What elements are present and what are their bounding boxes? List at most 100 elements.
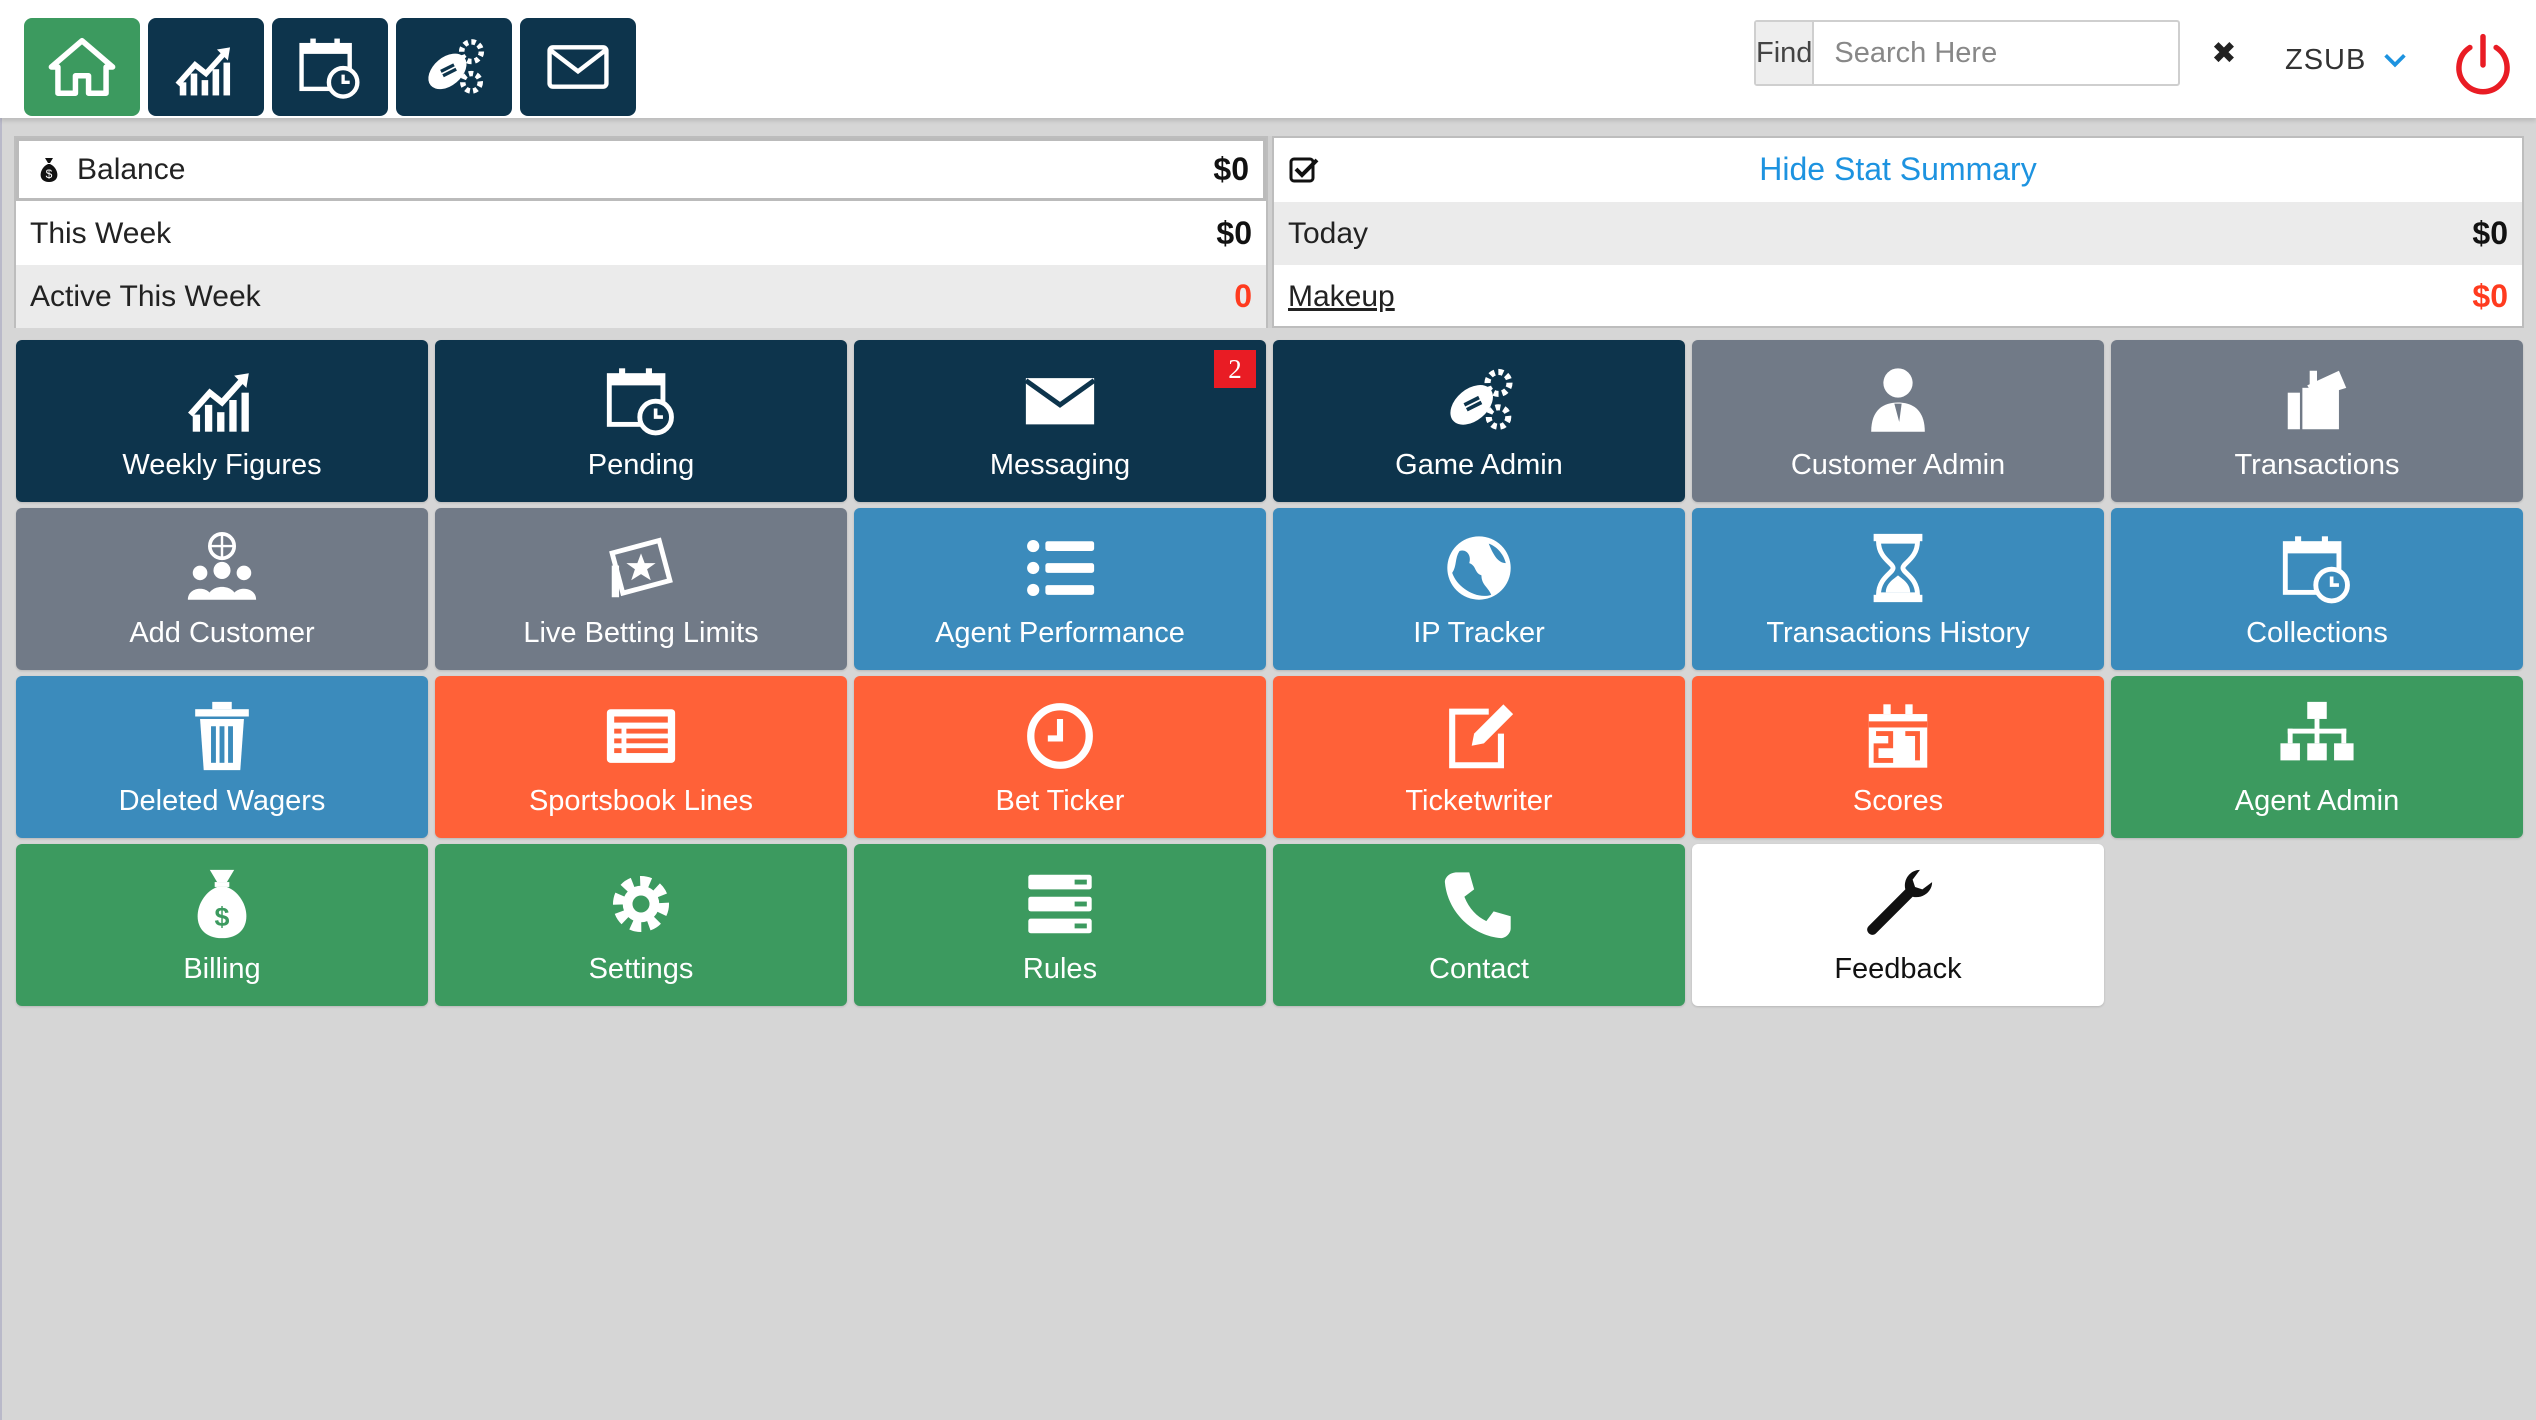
tile-ticketwriter[interactable]: Ticketwriter (1273, 676, 1685, 838)
home-icon (48, 38, 116, 96)
this-week-label: This Week (30, 216, 172, 250)
stat-summary: $ Balance $0 This Week $0 Active This We… (14, 136, 2524, 328)
today-label: Today (1288, 216, 1369, 250)
calendar-clock-icon (299, 38, 360, 99)
trash-icon (195, 701, 249, 770)
globe-icon (1447, 535, 1511, 600)
tile-label: Customer Admin (1790, 448, 2006, 481)
stat-summary-right: Hide Stat Summary Today $0 Makeup $0 (1272, 136, 2524, 328)
tile-contact[interactable]: Contact (1273, 844, 1685, 1006)
hide-stat-summary-link[interactable]: Hide Stat Summary (1274, 151, 2522, 188)
edit-icon (1449, 703, 1514, 768)
tile-label: Live Betting Limits (523, 616, 759, 649)
tile-label: Transactions (2234, 448, 2400, 481)
scoreboard-icon (1868, 703, 1928, 768)
tile-scores[interactable]: Scores (1692, 676, 2104, 838)
tile-messaging[interactable]: 2 Messaging (854, 340, 1266, 502)
tile-label: Pending (587, 448, 695, 481)
active-this-week-value: 0 (1234, 278, 1252, 314)
tile-add-customer[interactable]: Add Customer (16, 508, 428, 670)
tile-bet-ticker[interactable]: Bet Ticker (854, 676, 1266, 838)
tile-agent-admin[interactable]: Agent Admin (2111, 676, 2523, 838)
wrench-icon (1867, 869, 1933, 935)
balance-label: Balance (77, 152, 186, 186)
balance-value: $0 (1213, 151, 1249, 187)
user-menu[interactable]: ZSUB (2285, 38, 2410, 82)
tile-label: Agent Admin (2234, 784, 2400, 817)
this-week-row: This Week $0 (16, 202, 1266, 265)
phone-icon (1444, 871, 1511, 938)
tile-label: Transactions History (1766, 616, 2030, 649)
svg-text:$: $ (215, 901, 230, 931)
active-this-week-row: Active This Week 0 (16, 265, 1266, 328)
server-icon (1028, 874, 1092, 933)
tickets-icon (2287, 370, 2347, 429)
newspaper-icon (606, 708, 676, 763)
tile-collections[interactable]: Collections (2111, 508, 2523, 670)
this-week-value: $0 (1216, 215, 1252, 251)
gear-icon (612, 875, 670, 932)
tile-label: Scores (1852, 784, 1944, 817)
money-bag-icon: $ (40, 157, 58, 182)
tile-label: Sportsbook Lines (528, 784, 754, 817)
tile-weekly-figures[interactable]: Weekly Figures (16, 340, 428, 502)
tile-label: Bet Ticker (995, 784, 1125, 817)
clock-icon (1027, 702, 1093, 769)
tile-label: Rules (1022, 952, 1098, 985)
chart-up-icon (175, 47, 231, 96)
tile-ip-tracker[interactable]: IP Tracker (1273, 508, 1685, 670)
tile-label: Add Customer (129, 616, 315, 649)
today-value: $0 (2472, 215, 2508, 251)
find-label: Find (1756, 22, 1815, 84)
makeup-row: Makeup $0 (1274, 265, 2522, 328)
nav-home-button[interactable] (24, 18, 140, 116)
tile-live-betting-limits[interactable]: Live Betting Limits (435, 508, 847, 670)
tile-settings[interactable]: Settings (435, 844, 847, 1006)
tile-label: Deleted Wagers (118, 784, 326, 817)
envelope-icon (547, 45, 609, 89)
tile-label: Contact (1429, 952, 1529, 985)
makeup-value: $0 (2472, 278, 2508, 314)
top-bar: Find ✖ ZSUB (0, 0, 2536, 118)
tile-transactions[interactable]: Transactions (2111, 340, 2523, 502)
nav-game-admin-button[interactable] (396, 18, 512, 116)
list-icon (1027, 539, 1095, 596)
tile-sportsbook-lines[interactable]: Sportsbook Lines (435, 676, 847, 838)
tile-label: Feedback (1834, 952, 1962, 985)
power-icon[interactable] (2448, 30, 2518, 100)
clear-search-icon[interactable]: ✖ (2211, 22, 2236, 84)
tile-customer-admin[interactable]: Customer Admin (1692, 340, 2104, 502)
balance-row: $ Balance $0 (16, 138, 1266, 201)
users-globe-icon (187, 531, 257, 600)
calendar-clock-icon (606, 367, 674, 435)
nav-pending-button[interactable] (272, 18, 388, 116)
makeup-link[interactable]: Makeup (1288, 280, 1395, 314)
tile-transactions-history[interactable]: Transactions History (1692, 508, 2104, 670)
tile-label: Messaging (989, 448, 1131, 481)
football-gears-icon (428, 39, 485, 94)
nav-weekly-figures-button[interactable] (148, 18, 264, 116)
tile-label: Collections (2246, 616, 2388, 649)
ticket-star-icon (609, 536, 673, 597)
money-bag-icon: $ (197, 869, 247, 938)
tile-pending[interactable]: Pending (435, 340, 847, 502)
stat-summary-left: $ Balance $0 This Week $0 Active This We… (14, 136, 1268, 328)
tile-rules[interactable]: Rules (854, 844, 1266, 1006)
search-input[interactable] (1814, 22, 2212, 84)
tile-label: Game Admin (1395, 448, 1563, 481)
user-tie-icon (1871, 367, 1925, 432)
tile-feedback[interactable]: Feedback (1692, 844, 2104, 1006)
nav-messaging-button[interactable] (520, 18, 636, 116)
unread-badge: 2 (1214, 350, 1256, 388)
envelope-icon (1024, 377, 1096, 424)
chevron-down-icon (2384, 53, 2407, 68)
hide-summary-row: Hide Stat Summary (1274, 138, 2522, 201)
tile-label: IP Tracker (1413, 616, 1545, 649)
tile-deleted-wagers[interactable]: Deleted Wagers (16, 676, 428, 838)
tile-game-admin[interactable]: Game Admin (1273, 340, 1685, 502)
calendar-clock-icon (2282, 535, 2350, 603)
tile-billing[interactable]: $ Billing (16, 844, 428, 1006)
today-row: Today $0 (1274, 202, 2522, 265)
tile-agent-performance[interactable]: Agent Performance (854, 508, 1266, 670)
tile-label: Billing (183, 952, 261, 985)
